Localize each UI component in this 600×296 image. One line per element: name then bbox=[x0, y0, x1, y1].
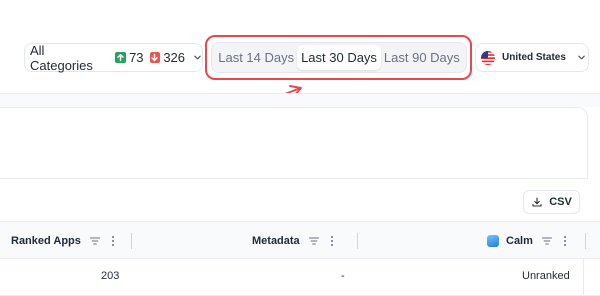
csv-export-button[interactable]: CSV bbox=[523, 190, 580, 214]
column-label: Metadata bbox=[252, 235, 300, 247]
more-vertical-icon[interactable] bbox=[326, 235, 338, 247]
cell-metadata: - bbox=[341, 270, 345, 282]
filter-icon[interactable] bbox=[541, 235, 553, 247]
country-label: United States bbox=[502, 52, 566, 63]
chevron-down-icon bbox=[193, 53, 202, 62]
cell-calm: Unranked bbox=[522, 270, 570, 282]
arrow-down-icon bbox=[149, 52, 161, 63]
date-option-90-days[interactable]: Last 90 Days bbox=[381, 45, 463, 70]
column-header-ranked-apps[interactable]: Ranked Apps bbox=[11, 222, 125, 260]
category-label: All Categories bbox=[30, 42, 93, 73]
column-divider[interactable] bbox=[585, 233, 586, 249]
date-option-30-days[interactable]: Last 30 Days bbox=[297, 45, 381, 70]
column-header-metadata[interactable]: Metadata bbox=[252, 222, 344, 260]
content-background bbox=[0, 93, 600, 107]
column-label: Calm bbox=[506, 235, 533, 247]
us-flag-icon bbox=[481, 50, 495, 65]
table-header: Ranked Apps Metadata Calm bbox=[0, 221, 600, 259]
chevron-down-icon bbox=[577, 53, 586, 62]
column-header-calm[interactable]: Calm bbox=[487, 222, 577, 260]
chart-card bbox=[0, 107, 588, 179]
filter-icon[interactable] bbox=[308, 235, 320, 247]
filter-icon[interactable] bbox=[89, 235, 101, 247]
calm-app-icon bbox=[487, 235, 499, 247]
csv-label: CSV bbox=[549, 196, 572, 208]
date-range-selector: Last 14 Days Last 30 Days Last 90 Days bbox=[211, 42, 467, 73]
arrow-up-icon bbox=[115, 52, 127, 63]
column-divider[interactable] bbox=[131, 233, 132, 249]
down-count: 326 bbox=[163, 50, 186, 65]
more-vertical-icon[interactable] bbox=[107, 235, 119, 247]
category-select[interactable]: All Categories 73 326 bbox=[24, 42, 203, 73]
country-select[interactable]: United States bbox=[475, 43, 589, 72]
table-row: 203 - Unranked bbox=[0, 259, 600, 296]
more-vertical-icon[interactable] bbox=[559, 235, 571, 247]
column-divider[interactable] bbox=[357, 233, 358, 249]
date-option-14-days[interactable]: Last 14 Days bbox=[215, 45, 297, 70]
download-icon bbox=[532, 197, 542, 207]
row-divider bbox=[583, 259, 584, 296]
up-count: 73 bbox=[129, 50, 144, 65]
cell-ranked-apps: 203 bbox=[101, 270, 120, 282]
column-label: Ranked Apps bbox=[11, 235, 81, 247]
